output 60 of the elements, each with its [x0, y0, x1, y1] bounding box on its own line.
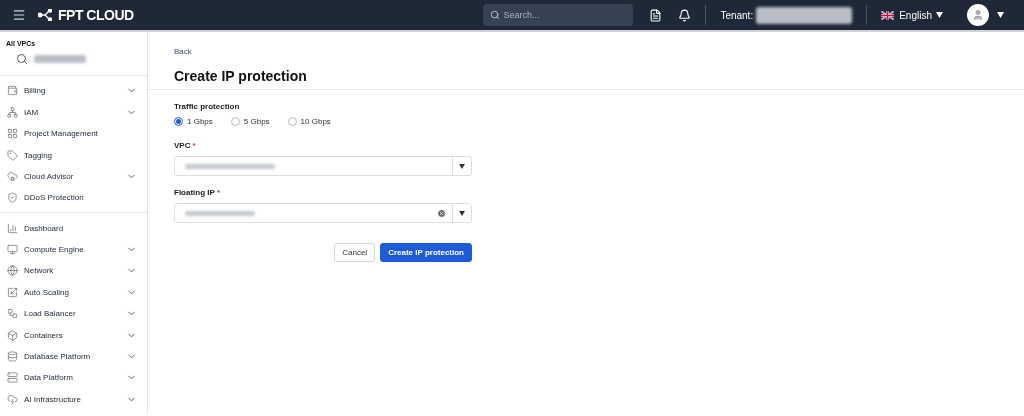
- select-field[interactable]: [174, 156, 472, 176]
- sidebar-item[interactable]: Load Balancer: [0, 303, 147, 325]
- logo-text: FPT CLOUD: [58, 7, 134, 23]
- document-icon[interactable]: [649, 8, 663, 22]
- shield-icon: [7, 192, 18, 204]
- bar-chart-icon: [7, 222, 18, 234]
- vpc-name-redacted: [34, 55, 86, 63]
- cloud-icon: [7, 170, 18, 182]
- page-title: Create IP protection: [174, 68, 308, 84]
- radio-option[interactable]: 5 Gbps: [230, 117, 270, 126]
- back-link[interactable]: Back: [174, 47, 192, 56]
- bell-icon[interactable]: [678, 8, 692, 22]
- dropdown-caret-icon[interactable]: [459, 163, 465, 169]
- search-icon[interactable]: [16, 53, 28, 65]
- select-field[interactable]: [174, 203, 472, 223]
- caret-icon[interactable]: [936, 12, 943, 18]
- field-label: Floating IP *: [174, 188, 221, 197]
- scaling-icon: [7, 286, 18, 298]
- field-label: VPC *: [174, 141, 197, 150]
- database-icon: [7, 351, 18, 362]
- sidebar-item[interactable]: IAM: [0, 101, 147, 123]
- sidebar-item[interactable]: Billing: [0, 80, 147, 102]
- language-selector[interactable]: English: [899, 9, 932, 21]
- grid-icon: [7, 128, 18, 140]
- radio-option[interactable]: 1 Gbps: [174, 117, 213, 126]
- wallet-icon: [7, 85, 18, 97]
- dropdown-caret-icon[interactable]: [459, 210, 465, 216]
- cloud-icon: [7, 393, 18, 405]
- search-icon: [490, 10, 501, 20]
- clear-icon[interactable]: [437, 208, 446, 218]
- sidebar-item[interactable]: Tagging: [0, 144, 147, 166]
- tag-icon: [7, 149, 18, 161]
- sidebar-item[interactable]: AI Infrastructure: [0, 388, 147, 410]
- sidebar-item[interactable]: Containers: [0, 324, 147, 346]
- box-icon: [7, 329, 18, 341]
- sidebar-item[interactable]: Cloud Advisor: [0, 165, 147, 188]
- avatar-icon[interactable]: [967, 4, 989, 26]
- server-icon: [7, 372, 18, 384]
- sidebar-item[interactable]: DDoS Protection: [0, 187, 147, 209]
- nodes-icon: [7, 308, 18, 320]
- sidebar-item[interactable]: Project Management: [0, 122, 147, 145]
- sidebar-item[interactable]: Dashboard: [0, 217, 147, 239]
- field-label: Traffic protection: [174, 102, 241, 111]
- logo-icon: [38, 9, 52, 21]
- hierarchy-icon: [7, 106, 18, 118]
- search-field[interactable]: Search...: [483, 4, 634, 26]
- sidebar-item[interactable]: Database Platform: [0, 345, 147, 368]
- create-button[interactable]: Create IP protection: [380, 243, 472, 262]
- monitor-icon: [7, 244, 18, 256]
- menu-icon[interactable]: [12, 8, 26, 22]
- sidebar-item[interactable]: Auto Scaling: [0, 281, 147, 304]
- caret-icon[interactable]: [997, 12, 1004, 18]
- sidebar-item[interactable]: Data Platform: [0, 367, 147, 389]
- cancel-button[interactable]: Cancel: [334, 243, 376, 262]
- flag-icon: [881, 10, 895, 20]
- sidebar-item[interactable]: Compute Engine: [0, 238, 147, 261]
- tenant-label: Tenant:: [720, 9, 754, 21]
- radio-option[interactable]: 10 Gbps: [287, 117, 331, 126]
- sidebar-item[interactable]: Network: [0, 260, 147, 282]
- globe-icon: [7, 265, 18, 277]
